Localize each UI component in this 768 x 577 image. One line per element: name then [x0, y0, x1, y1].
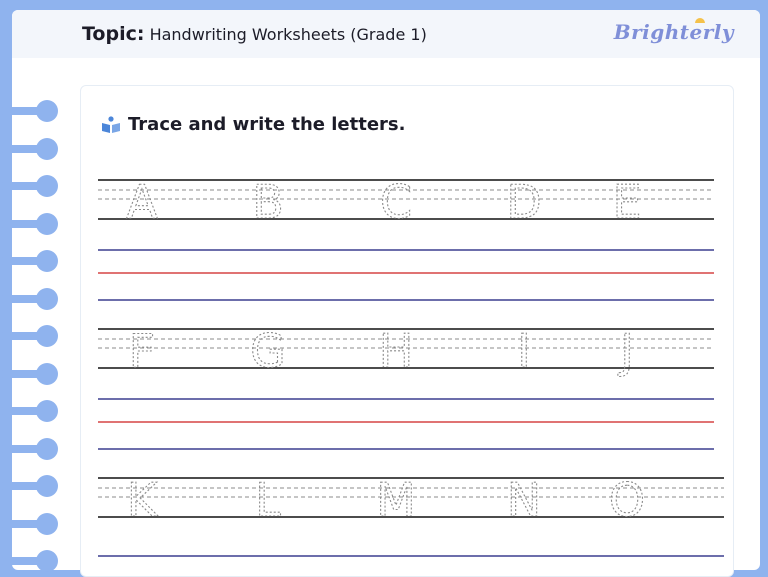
handwriting-lines: A B C D E F G H I J K L M N O — [98, 174, 724, 557]
trace-letter: L — [255, 473, 281, 527]
trace-letter: D — [506, 175, 541, 229]
trace-letter: G — [250, 324, 286, 378]
trace-letter: K — [127, 473, 159, 527]
trace-letter: M — [376, 473, 416, 527]
trace-letter: E — [612, 175, 641, 229]
trace-letter: J — [617, 324, 634, 378]
trace-letter: A — [126, 175, 158, 229]
trace-letter: B — [252, 175, 284, 229]
trace-letter: H — [379, 324, 414, 378]
trace-letter: I — [517, 324, 531, 378]
trace-letter: C — [380, 175, 412, 229]
trace-letter: F — [129, 324, 155, 378]
trace-letter: N — [507, 473, 541, 527]
trace-letter: O — [609, 473, 645, 527]
